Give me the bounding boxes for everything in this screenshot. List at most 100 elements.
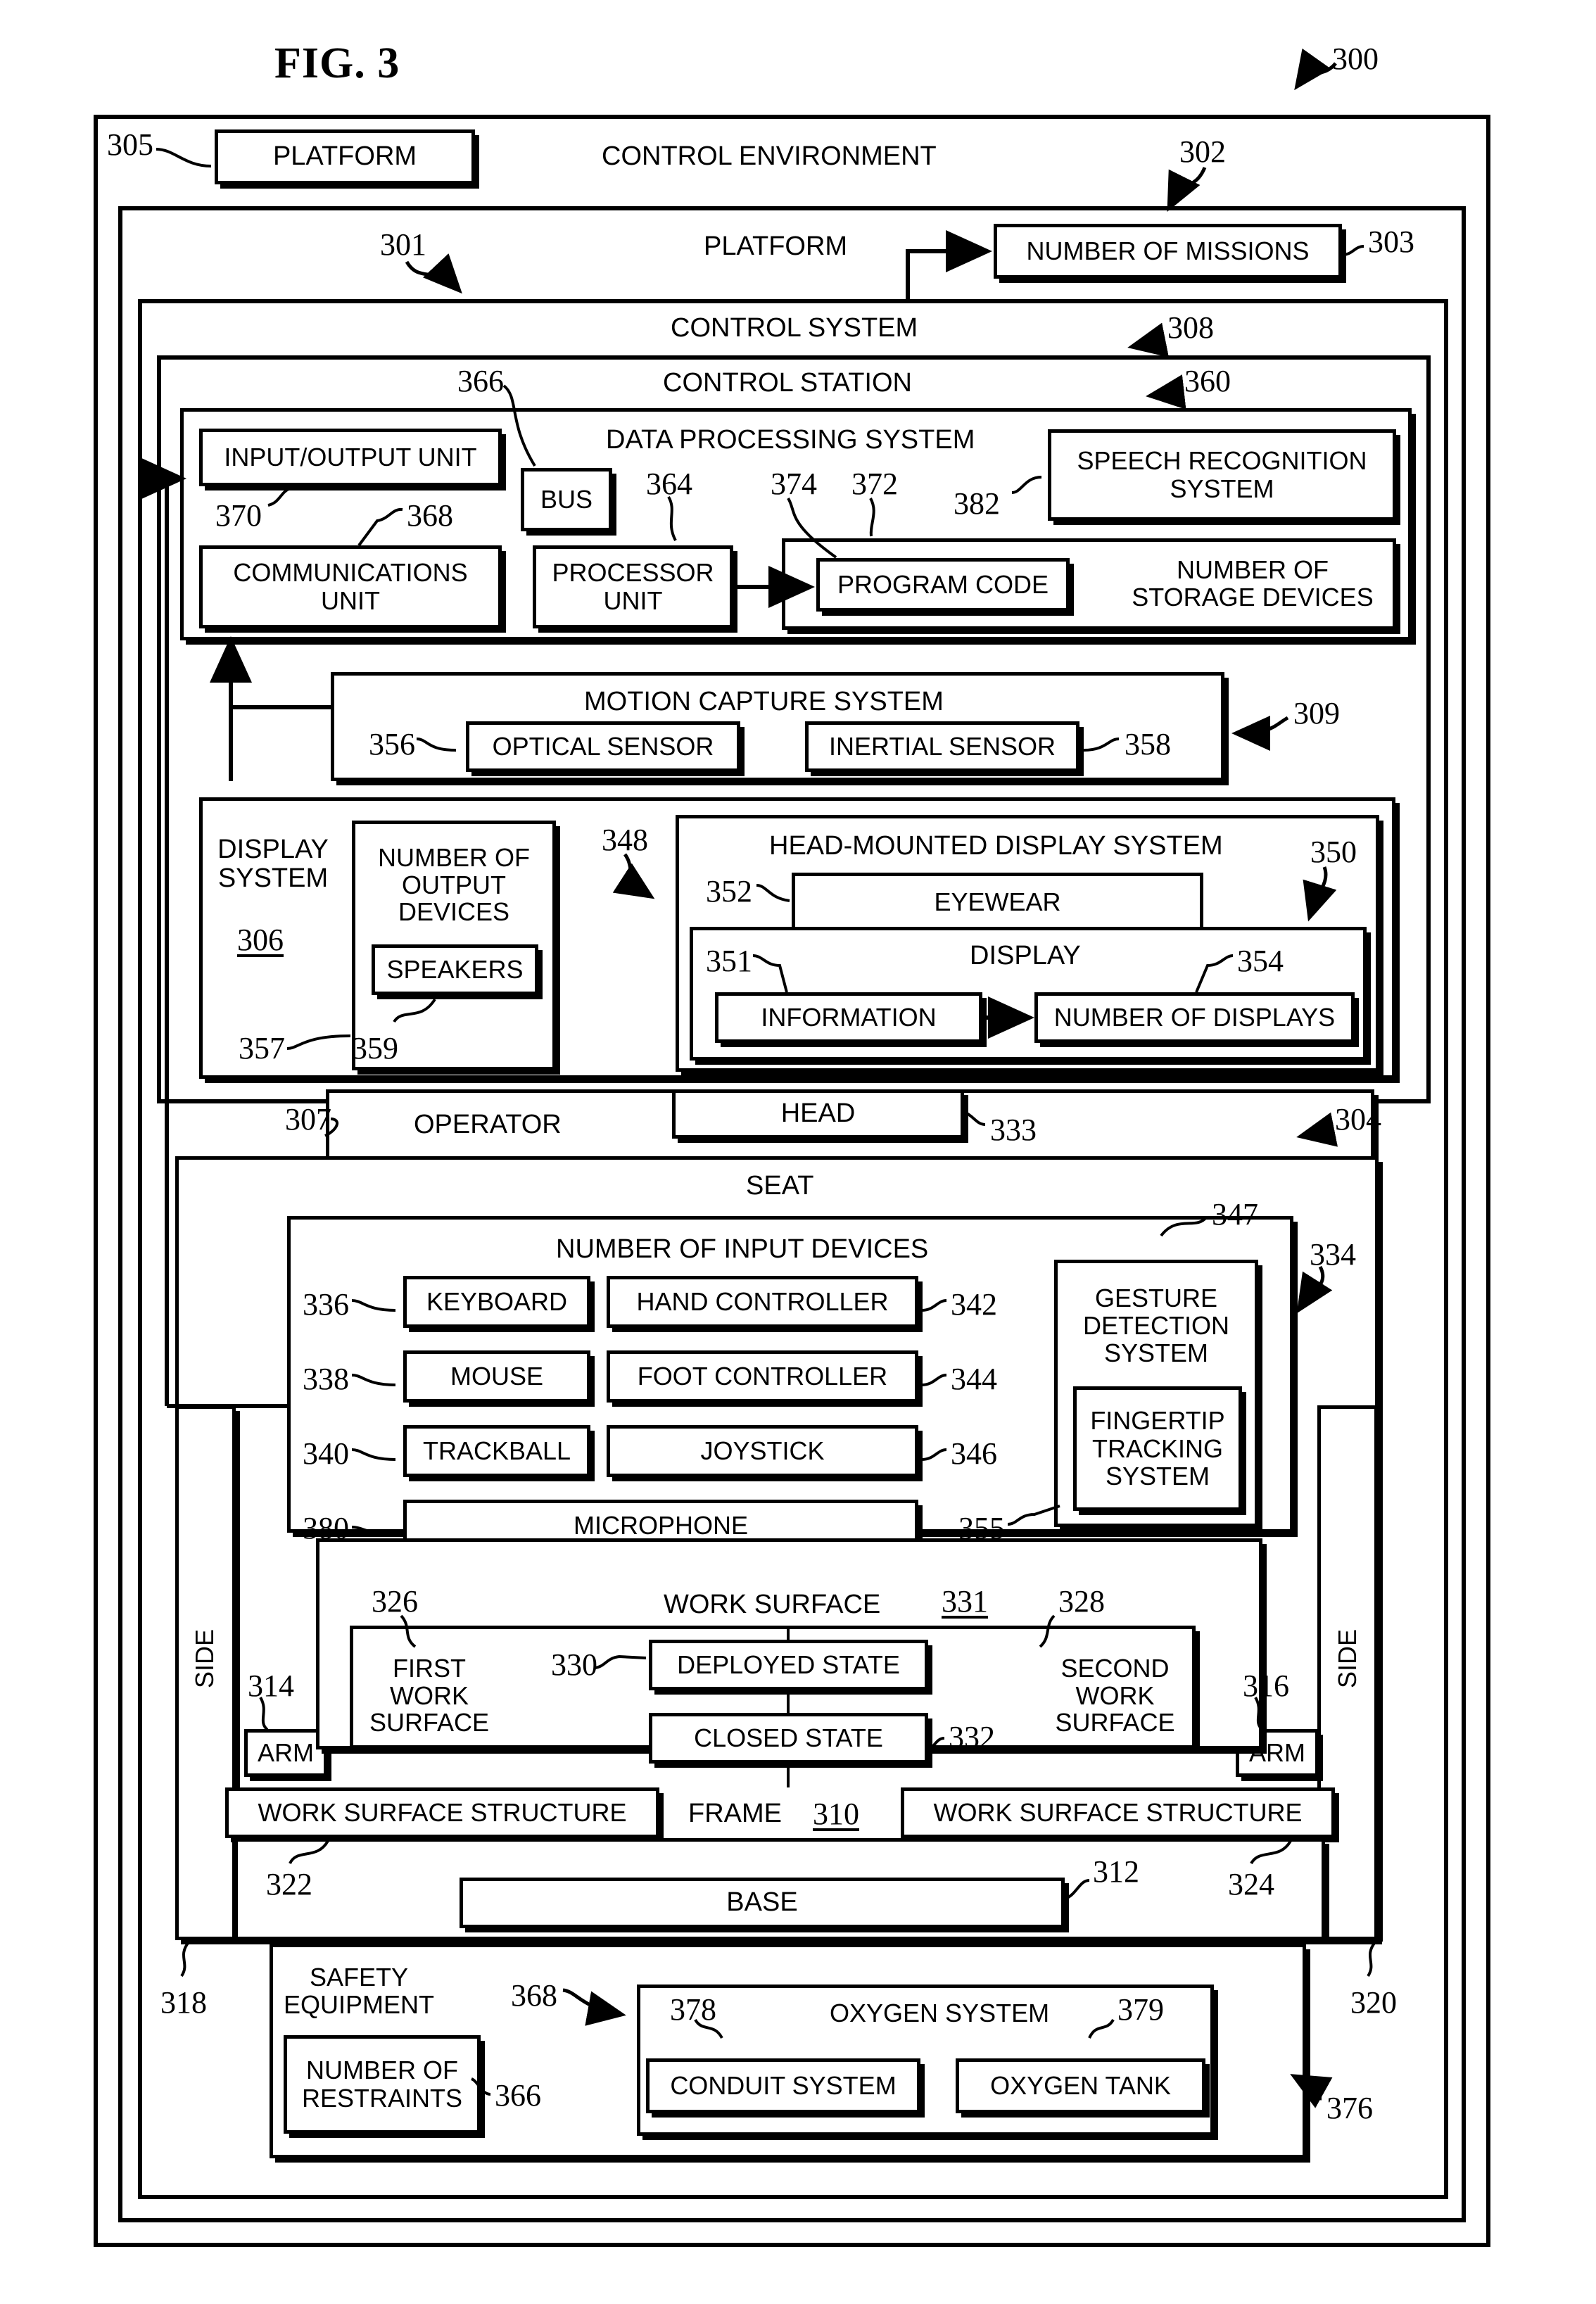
joystick-box: JOYSTICK [607,1425,918,1477]
ref-347: 347 [1212,1197,1258,1232]
keyboard-box: KEYBOARD [403,1276,590,1328]
ref-309: 309 [1293,696,1340,730]
ref-379: 379 [1117,1992,1164,2027]
ref-303: 303 [1368,224,1414,259]
mouse-box: MOUSE [403,1350,590,1403]
ref-376: 376 [1326,2091,1373,2125]
number-of-displays-label: NUMBER OF DISPLAYS [1053,1003,1336,1032]
ref-302: 302 [1179,134,1226,169]
bus-box: BUS [521,468,612,531]
ref-366-bus: 366 [457,364,504,398]
input-output-unit-label: INPUT/OUTPUT UNIT [224,443,477,472]
side-left-label: SIDE [190,1629,219,1689]
ref-342: 342 [951,1287,997,1322]
information-label: INFORMATION [761,1003,937,1032]
head-mounted-display-system-label: HEAD-MOUNTED DISPLAY SYSTEM [769,831,1223,861]
ref-333: 333 [990,1113,1037,1147]
ref-305: 305 [107,127,153,162]
ref-312: 312 [1093,1854,1139,1889]
ref-332: 332 [949,1720,995,1754]
first-work-surface-label: FIRST WORK SURFACE [369,1653,490,1738]
control-environment-label: CONTROL ENVIRONMENT [602,141,937,171]
speech-recognition-system-box: SPEECH RECOGNITION SYSTEM [1048,429,1396,521]
ref-359: 359 [352,1031,398,1065]
ref-350: 350 [1310,835,1357,869]
number-of-input-devices-label: NUMBER OF INPUT DEVICES [556,1234,929,1264]
mouse-label: MOUSE [450,1362,543,1391]
ref-346: 346 [951,1436,997,1471]
work-surface-structure-left-label: WORK SURFACE STRUCTURE [258,1798,627,1828]
foot-controller-label: FOOT CONTROLLER [637,1362,888,1391]
information-box: INFORMATION [715,992,982,1043]
platform-box: PLATFORM [215,129,475,184]
ref-370: 370 [215,498,262,533]
communications-unit-label: COMMUNICATIONS UNIT [233,558,468,615]
foot-controller-box: FOOT CONTROLLER [607,1350,918,1403]
inertial-sensor-box: INERTIAL SENSOR [805,721,1079,772]
oxygen-tank-label: OXYGEN TANK [990,2071,1171,2101]
work-surface-structure-right-box: WORK SURFACE STRUCTURE [901,1787,1335,1838]
bus-label: BUS [540,485,593,514]
communications-unit-box: COMMUNICATIONS UNIT [199,545,502,628]
ref-326: 326 [372,1584,418,1619]
arm-left-label: ARM [258,1738,314,1768]
ref-344: 344 [951,1362,997,1396]
joystick-label: JOYSTICK [700,1436,825,1466]
processor-unit-label: PROCESSOR UNIT [552,558,714,615]
ref-328: 328 [1058,1584,1105,1619]
ref-322: 322 [266,1867,312,1901]
ref-357: 357 [239,1031,285,1065]
ref-306: 306 [237,923,284,957]
second-work-surface-label: SECOND WORK SURFACE [1055,1653,1175,1738]
speakers-box: SPEAKERS [372,944,538,995]
ref-374: 374 [771,467,817,501]
work-surface-label: WORK SURFACE [664,1590,881,1619]
safety-equipment-label: SAFETY EQUIPMENT [283,1963,434,2019]
hand-controller-label: HAND CONTROLLER [636,1287,889,1317]
ref-330: 330 [551,1647,597,1682]
platform-box-label: PLATFORM [272,141,417,172]
ref-308: 308 [1167,310,1214,345]
deployed-state-box: DEPLOYED STATE [649,1640,928,1690]
program-code-box: PROGRAM CODE [816,558,1070,612]
ref-307: 307 [285,1102,331,1137]
side-right-label: SIDE [1333,1629,1362,1689]
ref-324: 324 [1228,1867,1274,1901]
ref-355: 355 [958,1511,1005,1545]
processor-unit-box: PROCESSOR UNIT [533,545,733,628]
number-of-storage-devices-label: NUMBER OF STORAGE DEVICES [1132,555,1374,612]
number-of-restraints-label: NUMBER OF RESTRAINTS [301,2056,463,2113]
operator-label: OPERATOR [414,1110,562,1139]
ref-301: 301 [380,227,426,262]
ref-351: 351 [706,944,752,978]
keyboard-label: KEYBOARD [426,1287,568,1317]
ref-352: 352 [706,874,752,909]
ref-314: 314 [248,1669,294,1703]
head-label: HEAD [780,1099,856,1129]
conduit-system-label: CONDUIT SYSTEM [670,2071,897,2101]
program-code-label: PROGRAM CODE [837,570,1049,600]
optical-sensor-label: OPTICAL SENSOR [492,732,714,761]
display-label: DISPLAY [970,941,1081,970]
closed-state-label: CLOSED STATE [694,1723,883,1753]
ref-368-comm: 368 [407,498,453,533]
ref-354: 354 [1237,944,1284,978]
closed-state-box: CLOSED STATE [649,1713,928,1764]
ref-316: 316 [1243,1669,1289,1703]
motion-capture-system-label: MOTION CAPTURE SYSTEM [584,687,944,716]
ref-320: 320 [1350,1985,1397,2020]
ref-340: 340 [303,1436,349,1471]
trackball-box: TRACKBALL [403,1425,590,1477]
ref-338: 338 [303,1362,349,1396]
head-box: HEAD [672,1089,964,1139]
ref-300: 300 [1332,42,1379,76]
seat-label: SEAT [746,1171,814,1201]
inertial-sensor-label: INERTIAL SENSOR [828,732,1056,761]
conduit-system-box: CONDUIT SYSTEM [646,2058,920,2113]
ref-378: 378 [670,1992,716,2027]
frame-label: FRAME [688,1799,782,1828]
fingertip-tracking-system-label: FINGERTIP TRACKING SYSTEM [1090,1406,1225,1491]
ref-360: 360 [1184,364,1231,398]
ref-318: 318 [160,1985,207,2020]
deployed-state-label: DEPLOYED STATE [677,1650,900,1680]
